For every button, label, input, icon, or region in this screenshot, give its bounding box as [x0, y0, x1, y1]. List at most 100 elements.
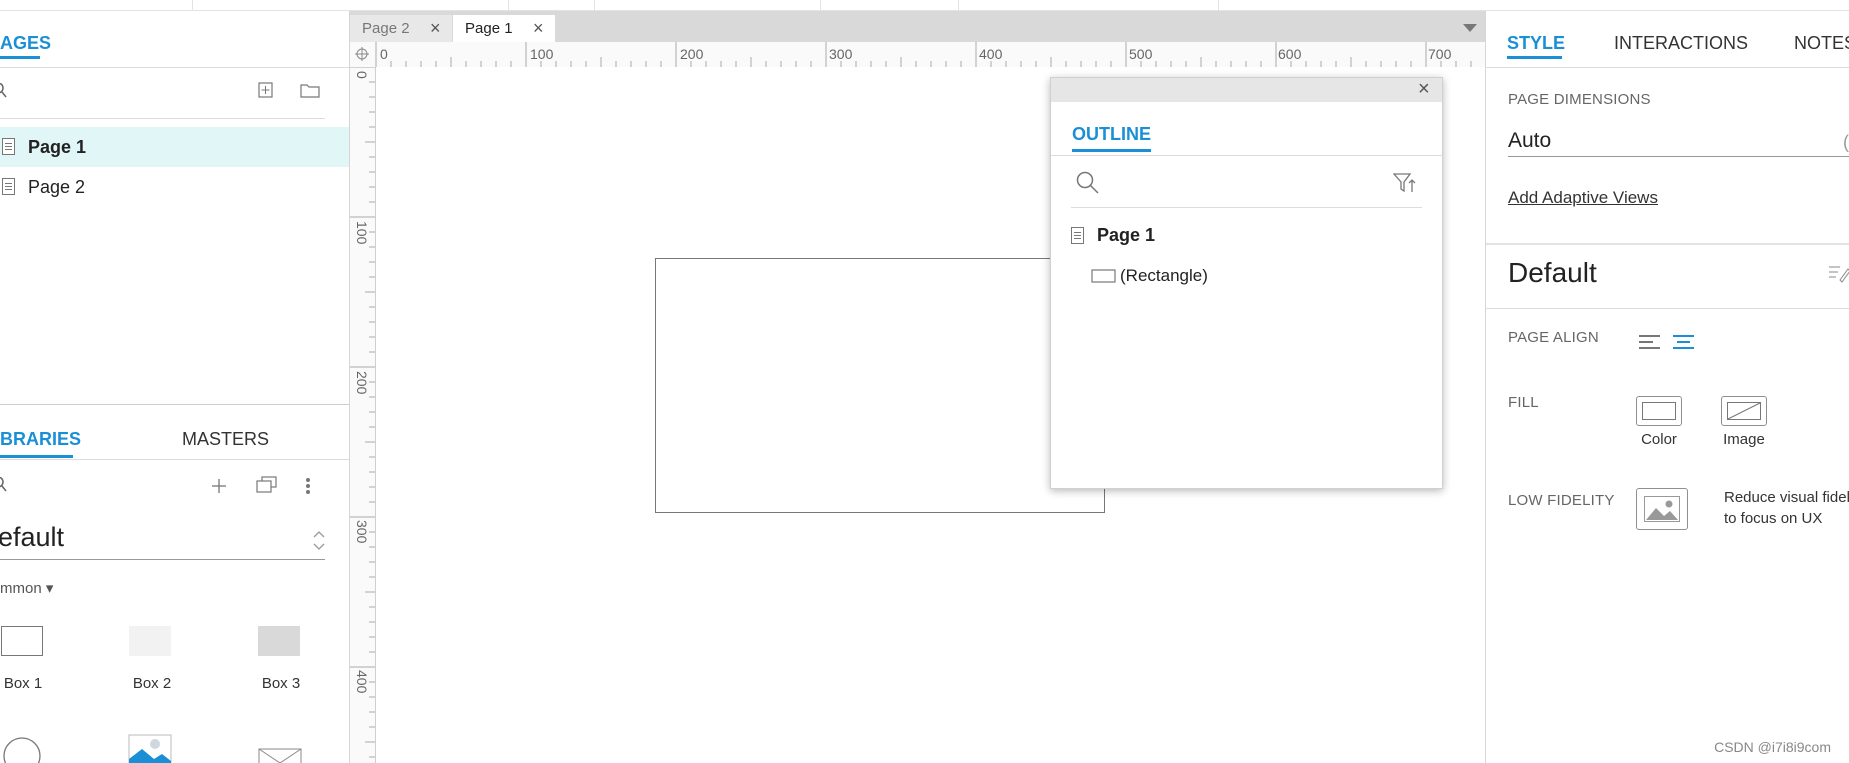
fill-color-label: Color [1641, 431, 1677, 448]
divider [0, 459, 349, 460]
ruler-label: 700 [1428, 46, 1452, 62]
page-align-label: PAGE ALIGN [1508, 329, 1599, 346]
align-center-icon[interactable] [1673, 334, 1695, 350]
close-icon[interactable]: × [430, 18, 441, 39]
ruler-label: 400 [354, 670, 370, 694]
ruler-label: 200 [354, 371, 370, 395]
page-item-label: Page 2 [28, 177, 86, 197]
outline-rectangle-item[interactable]: (Rectangle) [1120, 266, 1208, 286]
ellipse-widget-icon[interactable] [1, 734, 45, 763]
tab-libraries[interactable]: BRARIES [0, 429, 81, 450]
watermark: CSDN @i7i8i9com [1714, 739, 1831, 755]
vertical-ruler: 0 100 200 300 400 [350, 67, 376, 763]
tab-underline [0, 455, 73, 458]
ruler-ticks [350, 67, 375, 758]
outline-popup: × OUTLINE Page 1 (Rectangle) [1050, 77, 1443, 489]
popup-header[interactable] [1051, 78, 1442, 102]
category-common[interactable]: mmon ▾ [0, 579, 53, 597]
ruler-label: 100 [354, 221, 370, 245]
tab-notes[interactable]: NOTES [1794, 33, 1849, 54]
add-library-icon[interactable] [211, 478, 227, 494]
divider [1071, 207, 1422, 208]
page-dimensions-select[interactable]: Auto [1508, 129, 1551, 153]
widget-box-1[interactable] [1, 626, 43, 656]
tab-menu-dropdown-icon[interactable] [1463, 24, 1477, 33]
chevron-updown-icon[interactable]: ( [1843, 132, 1849, 153]
widget-label: Box 3 [261, 675, 301, 692]
low-fidelity-desc: Reduce visual fidel [1724, 489, 1849, 506]
rectangle-shape[interactable] [655, 258, 1105, 513]
divider [0, 67, 349, 68]
page-icon [2, 178, 15, 195]
low-fidelity-toggle[interactable] [1636, 488, 1688, 530]
outline-page-item[interactable]: Page 1 [1097, 225, 1155, 246]
tab-label: Page 2 [362, 20, 410, 37]
ruler-label: 300 [354, 520, 370, 544]
left-panel: AGES Page 1 Page 2 BRARIES MASTERS efaul… [0, 11, 350, 763]
ruler-label: 500 [1129, 46, 1153, 62]
search-icon[interactable] [0, 83, 8, 99]
ruler-label: 600 [1278, 46, 1302, 62]
edit-style-icon[interactable] [1828, 263, 1849, 283]
fill-image-label: Image [1723, 431, 1765, 448]
import-library-icon[interactable] [256, 476, 278, 494]
ruler-label: 300 [829, 46, 853, 62]
tab-underline [1072, 149, 1151, 152]
tab-underline [0, 56, 40, 59]
search-icon[interactable] [1076, 171, 1100, 195]
add-page-icon[interactable] [258, 82, 274, 98]
align-left-icon[interactable] [1639, 334, 1661, 350]
filter-icon[interactable] [1393, 172, 1417, 194]
add-adaptive-views-link[interactable]: Add Adaptive Views [1508, 188, 1658, 208]
tab-underline [1507, 56, 1562, 59]
close-icon[interactable]: × [1418, 78, 1430, 101]
horizontal-ruler: 0 100 200 300 400 500 600 700 [350, 42, 1485, 68]
more-options-icon[interactable] [305, 477, 311, 495]
search-icon[interactable] [0, 477, 8, 493]
widget-box-2[interactable] [129, 626, 171, 656]
page-item-label: Page 1 [28, 137, 87, 157]
fill-image-swatch[interactable] [1721, 396, 1767, 426]
page-item-page-1[interactable]: Page 1 [0, 127, 349, 167]
tab-interactions[interactable]: INTERACTIONS [1614, 33, 1748, 54]
tab-pages[interactable]: AGES [0, 33, 51, 54]
image-widget-icon[interactable] [128, 734, 172, 763]
ruler-ticks [375, 42, 1472, 67]
divider [1486, 67, 1849, 68]
select-underline [0, 559, 325, 560]
page-icon [2, 138, 15, 155]
placeholder-widget-icon[interactable] [258, 748, 302, 763]
page-icon [1071, 227, 1084, 244]
tab-style[interactable]: STYLE [1507, 33, 1565, 54]
widget-label: Box 1 [3, 675, 43, 692]
add-folder-icon[interactable] [300, 82, 320, 98]
top-strip [0, 0, 1849, 11]
tab-page-2[interactable]: Page 2 × [350, 15, 452, 42]
fill-label: FILL [1508, 394, 1539, 411]
divider [1486, 243, 1849, 245]
tab-outline[interactable]: OUTLINE [1072, 124, 1151, 145]
select-underline [1508, 156, 1849, 157]
ruler-label: 400 [979, 46, 1003, 62]
divider [1486, 308, 1849, 309]
divider [0, 118, 325, 119]
ruler-label: 200 [680, 46, 704, 62]
widget-label: Box 2 [132, 675, 172, 692]
fill-color-swatch[interactable] [1636, 396, 1682, 426]
divider [0, 404, 349, 405]
ruler-label: 0 [380, 46, 388, 62]
page-dimensions-label: PAGE DIMENSIONS [1508, 91, 1651, 108]
tab-page-1[interactable]: Page 1 × [453, 15, 555, 42]
page-item-page-2[interactable]: Page 2 [0, 167, 349, 207]
chevron-updown-icon[interactable] [313, 529, 325, 553]
style-name[interactable]: Default [1508, 257, 1597, 289]
close-icon[interactable]: × [533, 18, 544, 39]
divider [1051, 155, 1442, 156]
library-select[interactable]: efault [0, 522, 64, 553]
widget-box-3[interactable] [258, 626, 300, 656]
low-fidelity-label: LOW FIDELITY [1508, 492, 1615, 509]
right-panel: STYLE INTERACTIONS NOTES PAGE DIMENSIONS… [1485, 11, 1849, 763]
tab-masters[interactable]: MASTERS [182, 429, 269, 450]
low-fidelity-desc: to focus on UX [1724, 510, 1823, 527]
tab-label: Page 1 [465, 20, 513, 37]
